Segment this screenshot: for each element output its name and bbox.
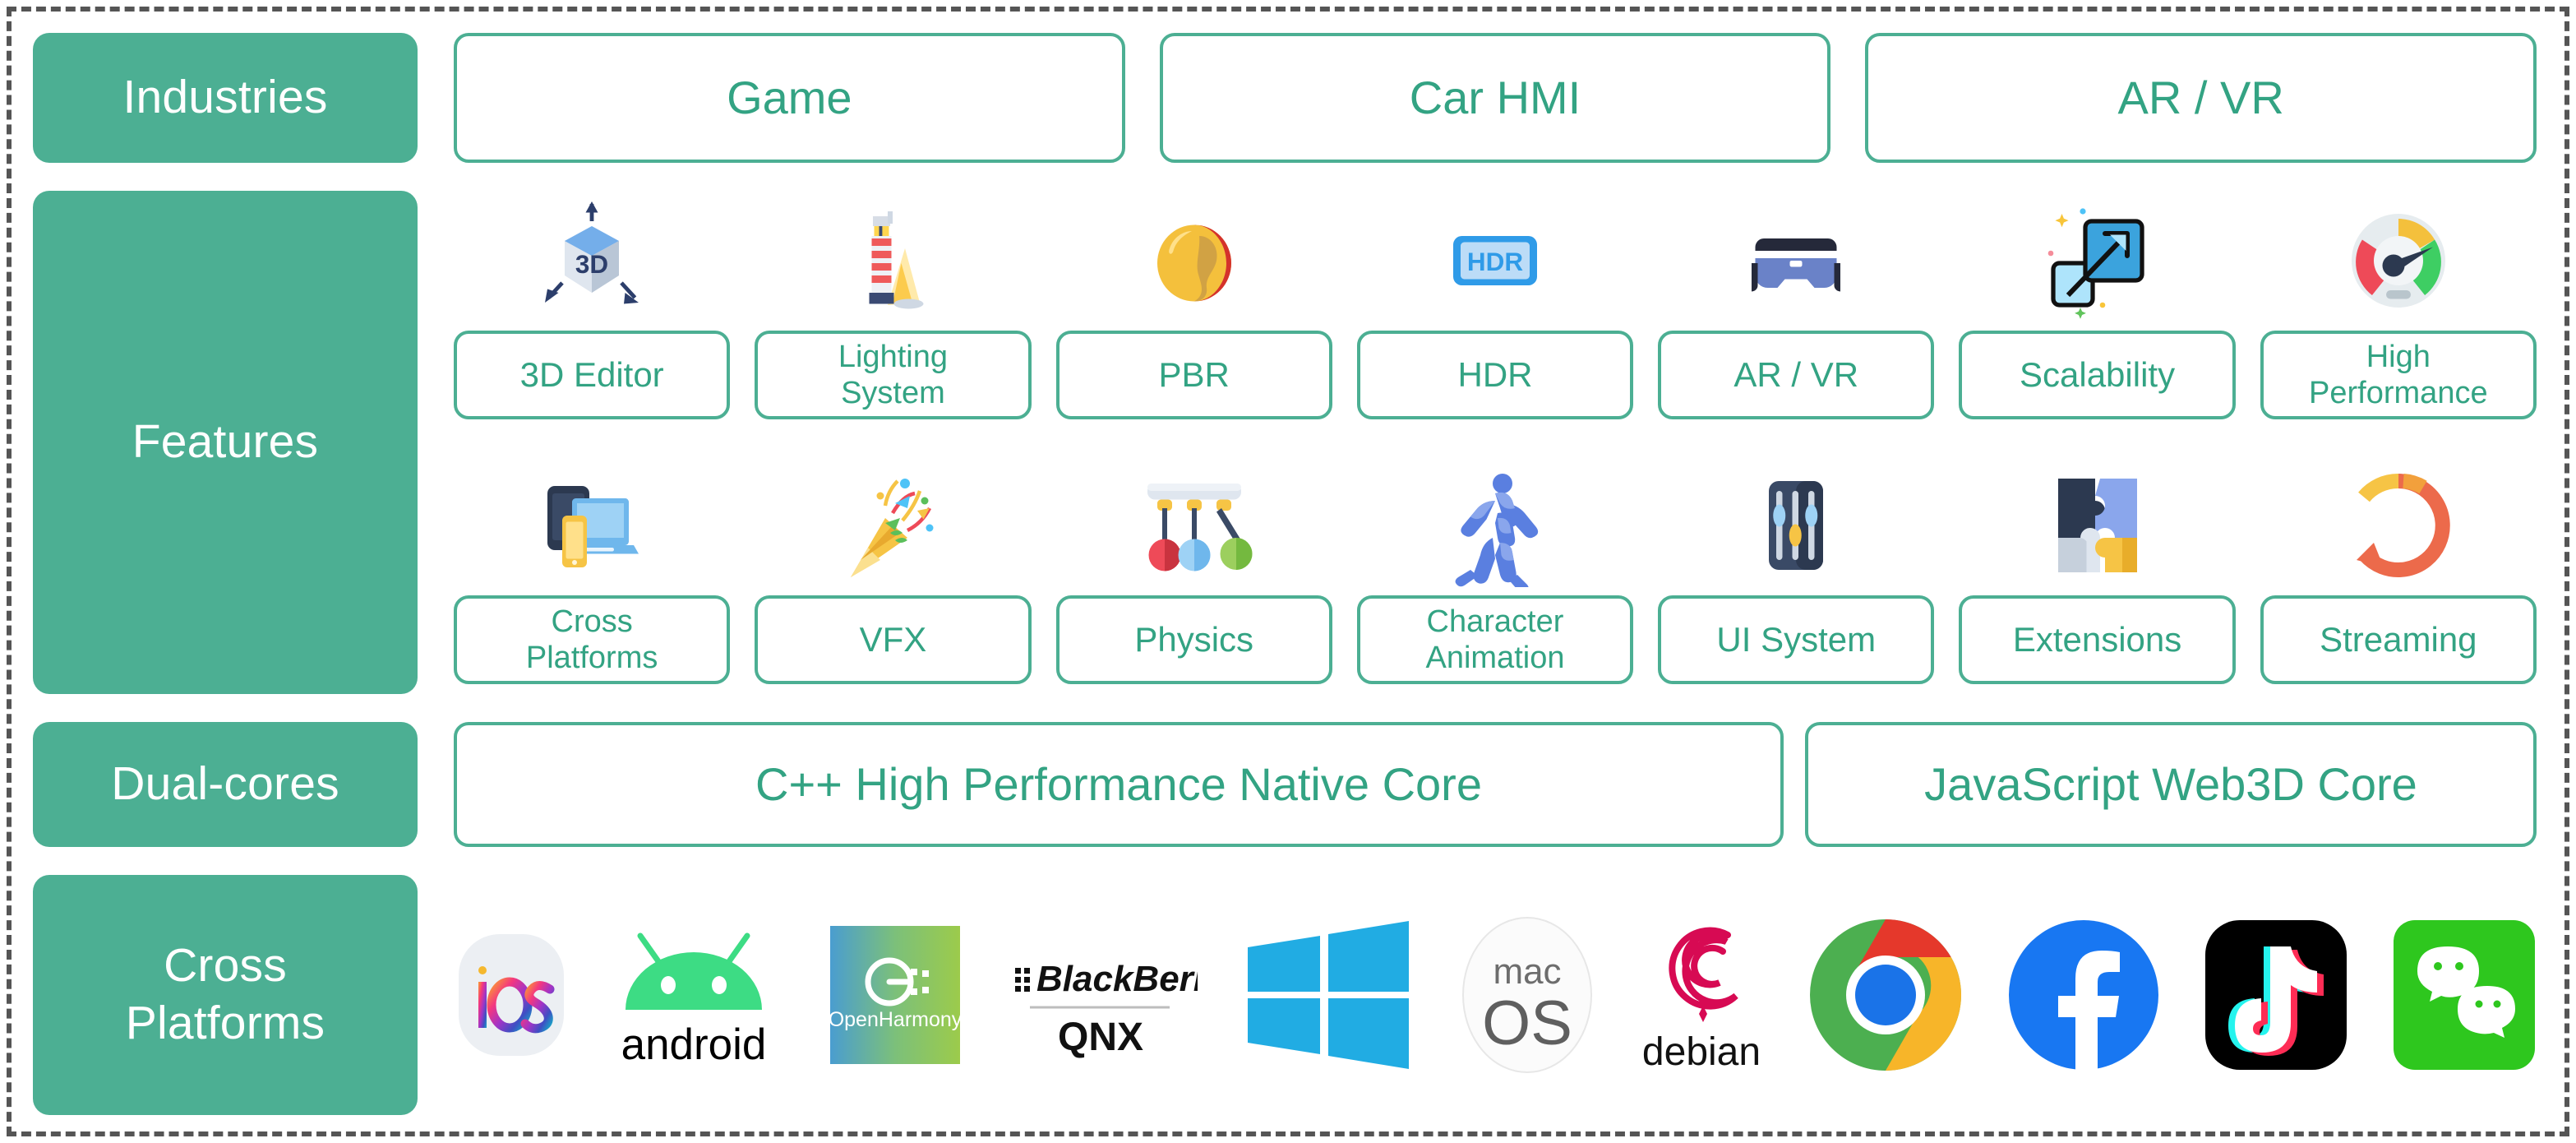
feature-label-3d-editor[interactable]: 3D Editor — [454, 331, 731, 419]
paint-blob-icon — [1056, 191, 1332, 331]
android-logo[interactable]: android — [609, 921, 782, 1069]
3d-cube-icon: 3D — [454, 191, 730, 331]
feature-hdr[interactable]: HDR HDR — [1356, 191, 1634, 429]
diagram-frame: Industries Game Car HMI AR / VR Features… — [7, 7, 2569, 1136]
industry-card-car-hmi[interactable]: Car HMI — [1159, 33, 1831, 163]
macos-logo[interactable]: mac OS — [1459, 913, 1595, 1077]
row-cross-platforms: Cross Platforms android OpenHarmony Blac… — [33, 875, 2537, 1115]
core-card-web3d[interactable]: JavaScript Web3D Core — [1805, 722, 2537, 847]
multi-device-icon — [454, 456, 730, 595]
openharmony-wordmark: OpenHarmony — [829, 1008, 963, 1031]
feature-label-physics[interactable]: Physics — [1055, 595, 1332, 684]
macos-wordmark-mac: mac — [1493, 951, 1561, 992]
row-label-text: Cross Platforms — [125, 939, 325, 1049]
industry-card-ar-vr[interactable]: AR / VR — [1865, 33, 2537, 163]
blackberry-wordmark: BlackBerry — [1036, 959, 1198, 999]
label-line-1: Lighting System — [838, 339, 948, 410]
qnx-wordmark: QNX — [1058, 1016, 1143, 1059]
speedometer-icon — [2260, 191, 2537, 331]
scale-up-arrow-icon — [1959, 191, 2235, 331]
vr-headset-icon — [1658, 191, 1934, 331]
feature-label-high-performance[interactable]: High Performance — [2260, 331, 2537, 419]
running-figure-icon — [1357, 456, 1633, 595]
industry-card-game[interactable]: Game — [454, 33, 1125, 163]
feature-physics[interactable]: Physics — [1055, 456, 1332, 694]
newtons-cradle-icon — [1056, 456, 1332, 595]
feature-label-extensions[interactable]: Extensions — [1959, 595, 2236, 684]
macos-wordmark-os: OS — [1482, 988, 1572, 1058]
puzzle-pieces-icon — [1959, 456, 2235, 595]
blackberry-qnx-logo[interactable]: BlackBerry QNX — [1009, 925, 1198, 1065]
feature-label-character-animation[interactable]: Character Animation — [1356, 595, 1634, 684]
feature-3d-editor[interactable]: 3D 3D Editor — [454, 191, 731, 429]
svg-text:HDR: HDR — [1467, 247, 1523, 276]
feature-label-lighting-system[interactable]: Lighting System — [755, 331, 1032, 419]
features-row-2: Cross Platforms VFX Physics Character An… — [454, 456, 2537, 694]
windows-logo[interactable] — [1241, 918, 1415, 1072]
features-grid: 3D 3D Editor Lighting System PBR HDR HDR… — [454, 191, 2537, 694]
circular-refresh-arrow-icon — [2260, 456, 2537, 595]
svg-text:3D: 3D — [575, 249, 608, 279]
feature-label-ar-vr[interactable]: AR / VR — [1658, 331, 1935, 419]
hdr-badge-icon: HDR — [1357, 191, 1633, 331]
debian-wordmark: debian — [1642, 1030, 1761, 1073]
feature-scalability[interactable]: Scalability — [1959, 191, 2236, 429]
feature-ui-system[interactable]: UI System — [1658, 456, 1935, 694]
features-row-1: 3D 3D Editor Lighting System PBR HDR HDR… — [454, 191, 2537, 429]
lighthouse-icon — [755, 191, 1031, 331]
openharmony-logo[interactable]: OpenHarmony — [825, 923, 965, 1067]
facebook-logo[interactable] — [2007, 919, 2160, 1071]
feature-high-performance[interactable]: High Performance — [2260, 191, 2537, 429]
feature-cross-platforms[interactable]: Cross Platforms — [454, 456, 731, 694]
feature-label-streaming[interactable]: Streaming — [2260, 595, 2537, 684]
row-label-features: Features — [33, 191, 418, 694]
feature-label-ui-system[interactable]: UI System — [1658, 595, 1935, 684]
industries-card-list: Game Car HMI AR / VR — [454, 33, 2537, 163]
sliders-icon — [1658, 456, 1934, 595]
label-line-1: High Performance — [2309, 339, 2488, 410]
feature-lighting-system[interactable]: Lighting System — [755, 191, 1032, 429]
row-label-industries: Industries — [33, 33, 418, 163]
feature-character-animation[interactable]: Character Animation — [1356, 456, 1634, 694]
row-label-cross-platforms: Cross Platforms — [33, 875, 418, 1115]
feature-label-cross-platforms[interactable]: Cross Platforms — [454, 595, 731, 684]
row-label-dual-cores: Dual-cores — [33, 722, 418, 847]
ios-logo[interactable] — [457, 923, 566, 1067]
row-dual-cores: Dual-cores C++ High Performance Native C… — [33, 722, 2537, 847]
label-line-1: Character Animation — [1425, 604, 1565, 675]
feature-vfx[interactable]: VFX — [755, 456, 1032, 694]
label-line-1: Cross Platforms — [525, 604, 658, 675]
core-card-native[interactable]: C++ High Performance Native Core — [454, 722, 1784, 847]
row-industries: Industries Game Car HMI AR / VR — [33, 33, 2537, 163]
debian-logo[interactable]: debian — [1639, 917, 1764, 1073]
wechat-logo[interactable] — [2392, 919, 2537, 1071]
feature-label-hdr[interactable]: HDR — [1356, 331, 1634, 419]
party-popper-icon — [755, 456, 1031, 595]
feature-label-vfx[interactable]: VFX — [755, 595, 1032, 684]
android-wordmark: android — [621, 1020, 767, 1069]
feature-streaming[interactable]: Streaming — [2260, 456, 2537, 694]
feature-pbr[interactable]: PBR — [1055, 191, 1332, 429]
feature-ar-vr[interactable]: AR / VR — [1658, 191, 1935, 429]
dual-cores-card-list: C++ High Performance Native Core JavaScr… — [454, 722, 2537, 847]
platform-logo-list: android OpenHarmony BlackBer QNX mac OS … — [457, 875, 2537, 1115]
row-features: Features 3D 3D Editor Lighting System PB… — [33, 191, 2537, 694]
feature-label-pbr[interactable]: PBR — [1055, 331, 1332, 419]
feature-label-scalability[interactable]: Scalability — [1959, 331, 2236, 419]
tiktok-logo[interactable] — [2204, 919, 2348, 1071]
feature-extensions[interactable]: Extensions — [1959, 456, 2236, 694]
chrome-logo[interactable] — [1807, 917, 1964, 1073]
